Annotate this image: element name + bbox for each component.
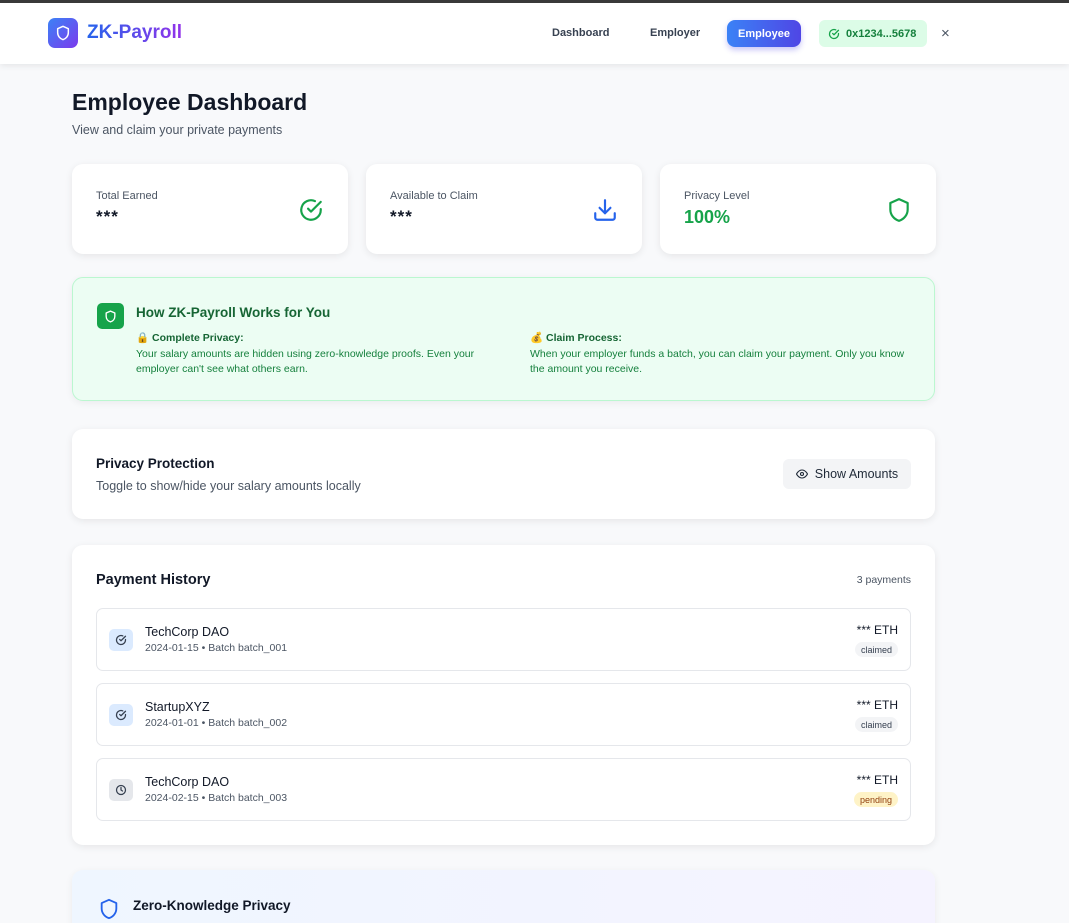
shield-icon: [98, 897, 120, 921]
payment-count: 3 payments: [856, 574, 911, 586]
nav-dashboard-link[interactable]: Dashboard: [552, 27, 609, 39]
status-badge: claimed: [854, 642, 898, 657]
show-amounts-button[interactable]: Show Amounts: [783, 459, 911, 489]
check-circle-icon: [109, 704, 133, 726]
nav-employer-link[interactable]: Employer: [650, 27, 700, 39]
nav-employee-link[interactable]: Employee: [727, 20, 801, 47]
check-circle-icon: [828, 28, 840, 40]
payment-row[interactable]: TechCorp DAO 2024-01-15 • Batch batch_00…: [96, 608, 911, 671]
shield-icon: [886, 197, 912, 223]
show-amounts-label: Show Amounts: [814, 467, 899, 481]
stat-card-privacy-level: Privacy Level 100%: [660, 164, 936, 254]
privacy-protection-subtitle: Toggle to show/hide your salary amounts …: [96, 479, 361, 493]
payment-meta: 2024-01-15 • Batch batch_001: [145, 642, 288, 654]
shield-icon: [97, 303, 124, 329]
payment-row[interactable]: TechCorp DAO 2024-02-15 • Batch batch_00…: [96, 758, 911, 821]
zk-privacy-title: Zero-Knowledge Privacy: [133, 898, 291, 913]
payment-company: StartupXYZ: [145, 700, 210, 714]
logo-shield-icon[interactable]: [48, 18, 78, 48]
stat-value: ***: [96, 207, 119, 226]
page-title: Employee Dashboard: [72, 89, 308, 115]
check-circle-icon: [109, 629, 133, 651]
stat-value: ***: [390, 207, 413, 226]
check-circle-icon: [298, 197, 324, 223]
stat-card-total-earned: Total Earned ***: [72, 164, 348, 254]
payment-company: TechCorp DAO: [145, 625, 230, 639]
privacy-protection-card: Privacy Protection Toggle to show/hide y…: [72, 429, 935, 519]
payment-company: TechCorp DAO: [145, 775, 230, 789]
download-icon: [592, 197, 618, 223]
zk-privacy-card: Zero-Knowledge Privacy: [72, 870, 935, 923]
stat-value: 100%: [684, 207, 731, 227]
complete-privacy-text: Your salary amounts are hidden using zer…: [136, 348, 475, 375]
wallet-address: 0x1234...5678: [846, 27, 917, 40]
payment-row[interactable]: StartupXYZ 2024-01-01 • Batch batch_002 …: [96, 683, 911, 746]
payment-meta: 2024-02-15 • Batch batch_003: [145, 792, 288, 804]
complete-privacy-title: 🔒 Complete Privacy:: [136, 332, 244, 344]
clock-icon: [109, 779, 133, 801]
page-subtitle: View and claim your private payments: [72, 123, 283, 137]
how-it-works-panel: How ZK-Payroll Works for You 🔒 Complete …: [72, 277, 935, 401]
stat-label: Privacy Level: [684, 190, 750, 202]
top-navbar: ZK-Payroll Dashboard Employer Employee 0…: [0, 3, 1069, 64]
payment-meta: 2024-01-01 • Batch batch_002: [145, 717, 288, 729]
privacy-protection-title: Privacy Protection: [96, 456, 215, 471]
payment-amount: *** ETH: [856, 623, 898, 637]
stat-card-available-to-claim: Available to Claim ***: [366, 164, 642, 254]
payment-amount: *** ETH: [856, 698, 898, 712]
wallet-address-badge[interactable]: 0x1234...5678: [819, 20, 927, 47]
eye-icon: [795, 468, 808, 480]
payment-history-title: Payment History: [96, 572, 211, 588]
payment-amount: *** ETH: [856, 773, 898, 787]
status-badge: claimed: [854, 717, 898, 732]
how-it-works-title: How ZK-Payroll Works for You: [136, 305, 331, 320]
claim-process-text: When your employer funds a batch, you ca…: [530, 348, 905, 375]
status-badge: pending: [853, 792, 898, 807]
claim-process-title: 💰 Claim Process:: [530, 332, 622, 344]
app-name[interactable]: ZK-Payroll: [87, 22, 182, 44]
disconnect-close-icon[interactable]: ×: [941, 25, 950, 42]
payment-history-card: Payment History 3 payments TechCorp DAO …: [72, 545, 935, 845]
stat-label: Total Earned: [96, 190, 158, 202]
stat-label: Available to Claim: [390, 190, 478, 202]
